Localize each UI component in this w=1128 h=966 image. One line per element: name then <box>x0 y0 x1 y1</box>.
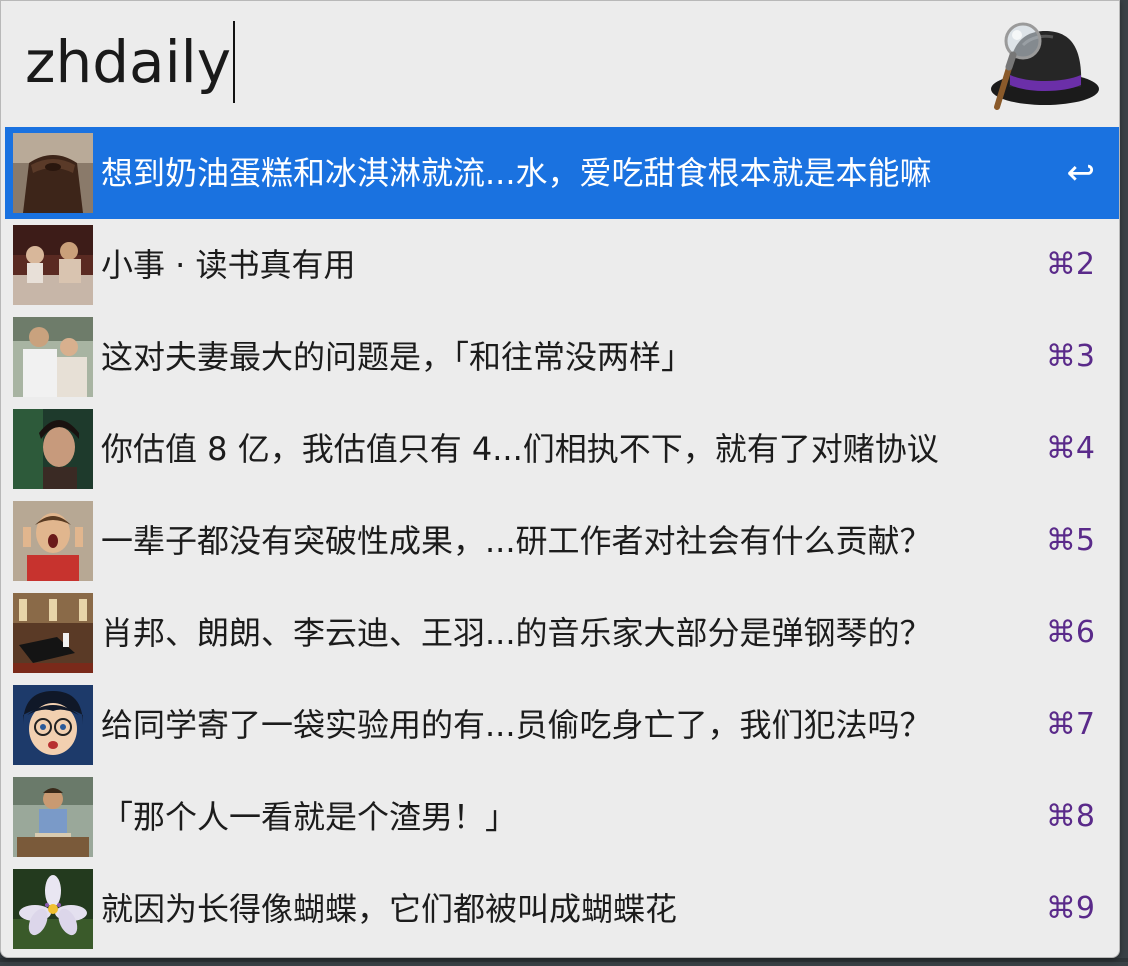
bathtub-reading-thumbnail <box>13 225 93 305</box>
couple-thumbnail <box>13 317 93 397</box>
launcher-window: zhdaily 想到奶油蛋糕和冰淇淋就流...水，爱吃甜食根本就是本能嘛 ↩ 小… <box>0 0 1120 958</box>
chocolate-cake-thumbnail <box>13 133 93 213</box>
result-row[interactable]: 一辈子都没有突破性成果，...研工作者对社会有什么贡献？ ⌘5 <box>5 495 1119 587</box>
result-title: 小事 · 读书真有用 <box>101 246 356 284</box>
shortcut-label: ⌘2 <box>1045 247 1095 282</box>
iris-flower-thumbnail <box>13 869 93 949</box>
shortcut-label: ⌘9 <box>1045 891 1095 926</box>
man-screaming-thumbnail <box>13 501 93 581</box>
result-row[interactable]: 给同学寄了一袋实验用的有...员偷吃身亡了，我们犯法吗？ ⌘7 <box>5 679 1119 771</box>
text-caret <box>233 21 236 103</box>
results-list: 想到奶油蛋糕和冰淇淋就流...水，爱吃甜食根本就是本能嘛 ↩ 小事 · 读书真有… <box>5 127 1119 955</box>
woman-portrait-thumbnail <box>13 409 93 489</box>
result-row[interactable]: 肖邦、朗朗、李云迪、王羽...的音乐家大部分是弹钢琴的？ ⌘6 <box>5 587 1119 679</box>
shortcut-label: ⌘7 <box>1045 707 1095 742</box>
background-desktop <box>0 958 1128 962</box>
search-bar: zhdaily <box>1 1 1119 125</box>
result-title: 就因为长得像蝴蝶，它们都被叫成蝴蝶花 <box>101 890 678 928</box>
anime-boy-thumbnail <box>13 685 93 765</box>
result-row[interactable]: 这对夫妻最大的问题是，「和往常没两样」 ⌘3 <box>5 311 1119 403</box>
result-row[interactable]: 「那个人一看就是个渣男！」 ⌘8 <box>5 771 1119 863</box>
shortcut-label: ⌘8 <box>1045 799 1095 834</box>
result-title: 肖邦、朗朗、李云迪、王羽...的音乐家大部分是弹钢琴的？ <box>101 614 932 652</box>
shortcut-label: ⌘6 <box>1045 615 1095 650</box>
result-row[interactable]: 想到奶油蛋糕和冰淇淋就流...水，爱吃甜食根本就是本能嘛 ↩ <box>5 127 1119 219</box>
result-title: 想到奶油蛋糕和冰淇淋就流...水，爱吃甜食根本就是本能嘛 <box>101 154 932 192</box>
result-title: 这对夫妻最大的问题是，「和往常没两样」 <box>101 338 694 376</box>
alfred-hat-icon <box>983 15 1103 115</box>
shortcut-label: ⌘3 <box>1045 339 1095 374</box>
scrollbar[interactable] <box>1114 127 1117 219</box>
result-title: 给同学寄了一袋实验用的有...员偷吃身亡了，我们犯法吗？ <box>101 706 932 744</box>
result-row[interactable]: 小事 · 读书真有用 ⌘2 <box>5 219 1119 311</box>
result-title: 你估值 8 亿，我估值只有 4...们相执不下，就有了对赌协议 <box>101 430 939 468</box>
result-row[interactable]: 你估值 8 亿，我估值只有 4...们相执不下，就有了对赌协议 ⌘4 <box>5 403 1119 495</box>
shortcut-label: ⌘5 <box>1045 523 1095 558</box>
shortcut-label: ⌘4 <box>1045 431 1095 466</box>
search-query-text: zhdaily <box>25 28 232 96</box>
piano-hall-thumbnail <box>13 593 93 673</box>
return-key-icon: ↩ <box>1066 153 1096 193</box>
result-title: 「那个人一看就是个渣男！」 <box>101 798 518 836</box>
result-title: 一辈子都没有突破性成果，...研工作者对社会有什么贡献？ <box>101 522 932 560</box>
result-row[interactable]: 就因为长得像蝴蝶，它们都被叫成蝴蝶花 ⌘9 <box>5 863 1119 955</box>
man-sitting-thumbnail <box>13 777 93 857</box>
search-input[interactable]: zhdaily <box>25 21 236 103</box>
